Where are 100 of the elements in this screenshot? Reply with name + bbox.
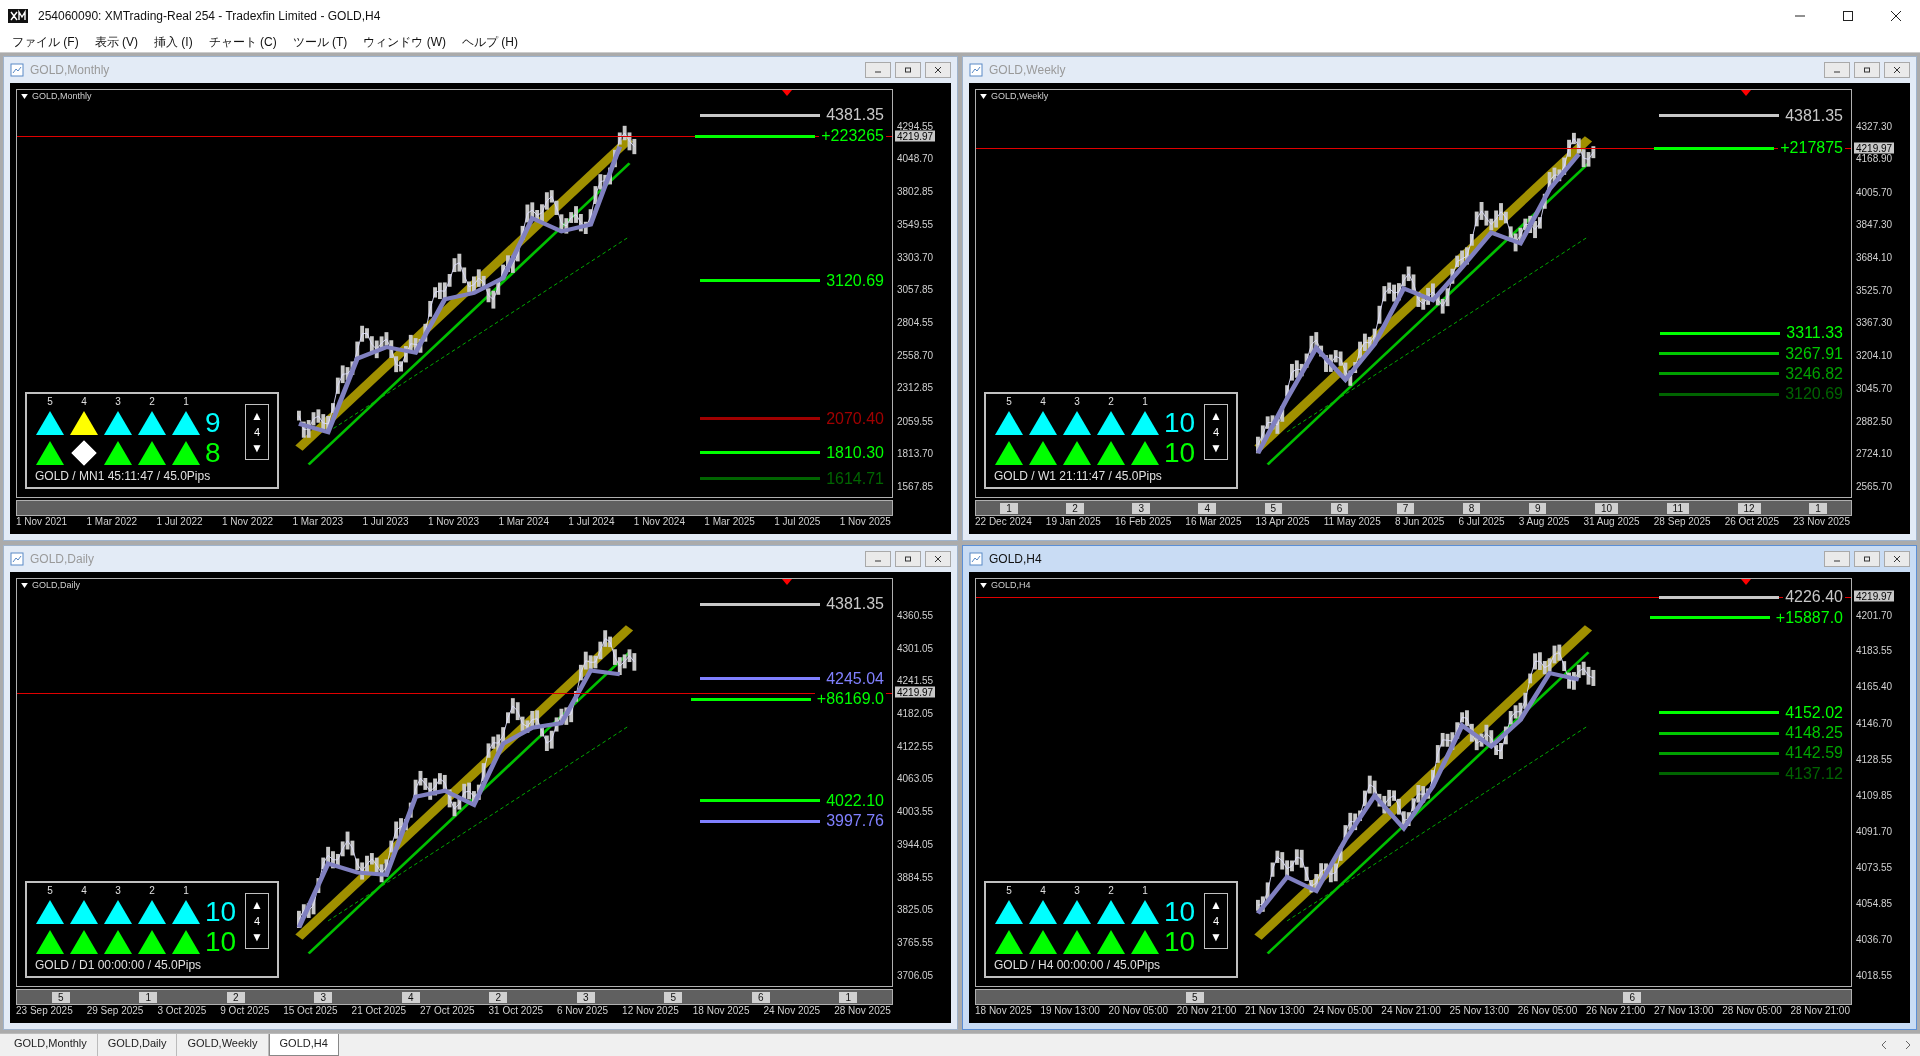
period-number: 1	[839, 991, 858, 1003]
chart-window-title: GOLD,Weekly	[989, 63, 1066, 77]
chart-symbol-label[interactable]: GOLD,Monthly	[21, 91, 92, 101]
time-label: 1 Nov 2024	[633, 516, 685, 529]
close-button[interactable]	[1884, 551, 1910, 567]
price-tick: 2804.55	[897, 317, 934, 328]
column-number: 3	[114, 885, 122, 896]
time-label: 16 Mar 2025	[1185, 516, 1242, 529]
price-tick: 4241.55	[897, 674, 934, 686]
time-label: 1 Jul 2025	[774, 516, 821, 529]
menu-item[interactable]: ファイル (F)	[6, 32, 85, 52]
app-logo-icon	[8, 9, 28, 23]
restore-icon	[1862, 65, 1872, 75]
time-label: 1 Nov 2021	[16, 516, 68, 529]
price-tick: 3884.55	[897, 871, 934, 883]
minimize-button[interactable]	[1824, 62, 1850, 78]
chart-tab[interactable]: GOLD,Daily	[97, 1034, 178, 1056]
time-label: 18 Nov 2025	[975, 1005, 1032, 1018]
chart-window-title: GOLD,Monthly	[30, 63, 110, 77]
menu-item[interactable]: 表示 (V)	[88, 32, 144, 52]
column-number: 4	[80, 885, 88, 896]
price-tick: 1567.85	[897, 480, 934, 492]
time-label: 28 Nov 05:00	[1722, 1005, 1782, 1018]
stepper-control[interactable]: ▲ 4 ▼	[1204, 403, 1228, 460]
period-number: 5	[1264, 502, 1283, 514]
chart-symbol-label[interactable]: GOLD,Daily	[21, 580, 80, 590]
time-label: 15 Oct 2025	[283, 1005, 338, 1018]
chart-symbol-label[interactable]: GOLD,Weekly	[980, 91, 1049, 101]
close-icon	[1892, 65, 1902, 75]
time-label: 1 Nov 2022	[221, 516, 274, 529]
period-number: 12	[1737, 502, 1761, 514]
scroll-left-icon[interactable]	[1880, 1040, 1888, 1050]
current-price-label: 4219.97	[1854, 590, 1895, 602]
minimize-button[interactable]	[1824, 551, 1850, 567]
period-number: 1	[139, 991, 158, 1003]
stepper-control[interactable]: ▲ 4 ▼	[245, 403, 269, 460]
column-number: 4	[1039, 396, 1047, 407]
time-label: 16 Feb 2025	[1115, 516, 1172, 529]
chart-window-title: GOLD,H4	[989, 552, 1042, 566]
menu-item[interactable]: ウィンドウ (W)	[357, 32, 452, 52]
time-label: 27 Oct 2025	[420, 1005, 475, 1018]
period-number: 5	[664, 991, 683, 1003]
time-label: 26 Oct 2025	[1724, 516, 1780, 529]
column-number: 5	[1005, 885, 1013, 896]
time-label: 3 Oct 2025	[157, 1005, 207, 1018]
current-price-label: 4219.97	[895, 130, 936, 142]
close-button[interactable]	[925, 62, 951, 78]
window-title: 254060090: XMTrading-Real 254 - Tradexfin Limited - GOLD,H4	[38, 9, 381, 23]
dropdown-triangle-icon	[21, 582, 28, 588]
column-number: 4	[1039, 885, 1047, 896]
signal-footer: GOLD / W1 21:11:47 / 45.0Pips	[994, 469, 1228, 483]
chart-tab[interactable]: GOLD,Monthly	[4, 1034, 98, 1056]
price-tick: 3825.05	[897, 903, 934, 915]
down-triangle-icon	[1741, 90, 1751, 96]
time-label: 26 Nov 05:00	[1517, 1005, 1578, 1018]
time-label: 24 Nov 05:00	[1313, 1005, 1373, 1018]
period-number: 5	[1185, 991, 1204, 1003]
price-tick: 4182.05	[897, 707, 934, 719]
minimize-button[interactable]	[865, 62, 891, 78]
price-tick: 3765.55	[897, 936, 934, 948]
time-label: 1 Mar 2022	[86, 516, 138, 529]
chart-icon	[969, 63, 983, 77]
price-tick: 3684.10	[1856, 251, 1893, 263]
price-tick: 4073.55	[1856, 861, 1893, 873]
signal-count: 9	[205, 409, 222, 437]
chart-tab[interactable]: GOLD,H4	[268, 1034, 339, 1056]
column-number: 1	[182, 396, 190, 407]
signal-count: 10	[1164, 928, 1194, 956]
price-tick: 2882.50	[1856, 415, 1893, 427]
price-tick: 2059.55	[897, 415, 934, 427]
period-number: 5	[51, 991, 70, 1003]
period-number: 11	[1666, 502, 1689, 514]
chart-symbol-label[interactable]: GOLD,H4	[980, 580, 1031, 590]
price-tick: 4301.05	[897, 642, 934, 653]
minimize-button[interactable]	[865, 551, 891, 567]
scroll-right-icon[interactable]	[1904, 1040, 1912, 1050]
time-label: 25 Nov 13:00	[1449, 1005, 1510, 1018]
stepper-control[interactable]: ▲ 4 ▼	[245, 892, 269, 949]
close-icon	[933, 554, 943, 564]
menu-item[interactable]: チャート (C)	[202, 32, 283, 52]
price-tick: 3204.10	[1856, 349, 1893, 361]
close-button[interactable]	[1884, 62, 1910, 78]
menu-item[interactable]: 挿入 (I)	[148, 32, 199, 52]
menu-item[interactable]: ヘルプ (H)	[456, 32, 524, 52]
menu-item[interactable]: ツール (T)	[286, 32, 354, 52]
close-button[interactable]	[925, 551, 951, 567]
time-label: 1 Nov 2023	[427, 516, 480, 529]
stepper-control[interactable]: ▲ 4 ▼	[1204, 892, 1228, 949]
time-label: 28 Sep 2025	[1653, 516, 1711, 529]
down-triangle-icon	[782, 579, 792, 585]
chart-tab[interactable]: GOLD,Weekly	[177, 1034, 269, 1056]
price-tick: 2565.70	[1856, 480, 1893, 492]
column-number: 1	[1141, 396, 1149, 407]
price-tick: 3802.85	[897, 185, 934, 197]
time-label: 3 Aug 2025	[1518, 516, 1570, 529]
chart-icon	[10, 63, 24, 77]
price-tick: 4183.55	[1856, 644, 1893, 656]
price-tick: 1813.70	[897, 447, 934, 459]
period-number: 10	[1594, 502, 1619, 514]
period-number: 3	[576, 991, 595, 1003]
